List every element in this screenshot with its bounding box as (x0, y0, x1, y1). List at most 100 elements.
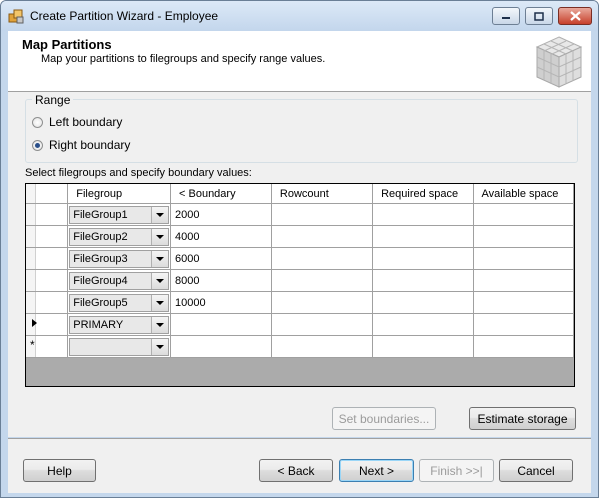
available-space-cell (473, 225, 575, 248)
filegroup-combo[interactable]: PRIMARY (69, 315, 170, 334)
radio-checked-icon (32, 139, 43, 151)
range-groupbox: Range Left boundary Right boundary (25, 93, 578, 163)
dropdown-button[interactable] (151, 228, 169, 245)
right-boundary-radio[interactable]: Right boundary (32, 138, 130, 152)
boundary-cell[interactable] (170, 335, 272, 358)
required-space-cell (372, 269, 474, 292)
dropdown-button[interactable] (151, 272, 169, 289)
wizard-footer: Help < Back Next > Finish >>| Cancel (8, 438, 591, 493)
cancel-button[interactable]: Cancel (499, 459, 573, 482)
row-header[interactable] (26, 247, 69, 270)
right-boundary-label: Right boundary (49, 138, 131, 152)
window-title: Create Partition Wizard - Employee (30, 9, 219, 23)
filegroup-cell[interactable] (67, 335, 172, 358)
row-header[interactable]: * (26, 335, 69, 358)
row-header[interactable] (26, 225, 69, 248)
page-subtitle: Map your partitions to filegroups and sp… (41, 53, 326, 65)
finish-button[interactable]: Finish >>| (419, 459, 494, 482)
boundary-cell[interactable]: 10000 (170, 291, 272, 314)
boundary-cell[interactable] (170, 313, 272, 336)
dropdown-button[interactable] (151, 338, 169, 355)
filegroup-cell[interactable]: FileGroup1 (67, 203, 172, 226)
rowcount-cell (271, 335, 374, 358)
wizard-window: Create Partition Wizard - Employee Map P… (0, 0, 599, 498)
filegroup-combo[interactable]: FileGroup2 (69, 227, 170, 246)
row-header[interactable] (26, 313, 69, 336)
filegroup-value: FileGroup5 (73, 296, 128, 309)
col-header-available-space[interactable]: Available space (473, 184, 575, 204)
current-row-icon (32, 319, 37, 327)
available-space-cell (473, 269, 575, 292)
radio-unchecked-icon (32, 116, 43, 128)
required-space-cell (372, 313, 474, 336)
col-header-rowcount[interactable]: Rowcount (271, 184, 374, 204)
back-button[interactable]: < Back (259, 459, 333, 482)
boundary-cell[interactable]: 8000 (170, 269, 272, 292)
table-row[interactable]: PRIMARY (26, 313, 575, 336)
available-space-cell (473, 313, 575, 336)
boundary-cell[interactable]: 2000 (170, 203, 272, 226)
rowcount-cell (271, 203, 374, 226)
row-header[interactable] (26, 291, 69, 314)
rowcount-cell (271, 247, 374, 270)
available-space-cell (473, 335, 575, 358)
app-icon (8, 9, 24, 24)
boundary-cell[interactable]: 6000 (170, 247, 272, 270)
row-header[interactable] (26, 269, 69, 292)
close-icon (569, 11, 581, 21)
filegroup-cell[interactable]: FileGroup4 (67, 269, 172, 292)
filegroup-cell[interactable]: FileGroup2 (67, 225, 172, 248)
chevron-down-icon (156, 234, 165, 239)
filegroup-value: FileGroup4 (73, 274, 128, 287)
row-header-corner (26, 184, 69, 204)
new-row-icon: * (30, 338, 35, 352)
filegroup-combo[interactable]: FileGroup5 (69, 293, 170, 312)
filegroup-combo[interactable]: FileGroup4 (69, 271, 170, 290)
partition-cube-icon (535, 36, 583, 88)
filegroup-cell[interactable]: FileGroup5 (67, 291, 172, 314)
partition-grid[interactable]: Filegroup < Boundary Rowcount Required s… (25, 183, 575, 387)
table-row[interactable]: FileGroup5 10000 (26, 291, 575, 314)
table-row[interactable]: * (26, 335, 575, 358)
required-space-cell (372, 291, 474, 314)
rowcount-cell (271, 291, 374, 314)
chevron-down-icon (156, 278, 165, 283)
rowcount-cell (271, 225, 374, 248)
filegroup-cell[interactable]: PRIMARY (67, 313, 172, 336)
set-boundaries-button[interactable]: Set boundaries... (332, 407, 436, 430)
left-boundary-radio[interactable]: Left boundary (32, 115, 122, 129)
required-space-cell (372, 225, 474, 248)
estimate-storage-button[interactable]: Estimate storage (469, 407, 576, 430)
help-button[interactable]: Help (23, 459, 96, 482)
dropdown-button[interactable] (151, 250, 169, 267)
table-row[interactable]: FileGroup3 6000 (26, 247, 575, 270)
range-legend: Range (32, 93, 74, 107)
col-header-boundary[interactable]: < Boundary (170, 184, 272, 204)
grid-label: Select filegroups and specify boundary v… (25, 167, 252, 179)
filegroup-cell[interactable]: FileGroup3 (67, 247, 172, 270)
wizard-header: Map Partitions Map your partitions to fi… (8, 31, 591, 91)
col-header-filegroup[interactable]: Filegroup (67, 184, 172, 204)
partition-table: Filegroup < Boundary Rowcount Required s… (26, 184, 575, 358)
row-header[interactable] (26, 203, 69, 226)
minimize-button[interactable] (492, 7, 520, 25)
dropdown-button[interactable] (151, 316, 169, 333)
page-title: Map Partitions (22, 37, 112, 52)
maximize-button[interactable] (525, 7, 553, 25)
filegroup-combo[interactable] (69, 337, 170, 356)
boundary-cell[interactable]: 4000 (170, 225, 272, 248)
close-button[interactable] (558, 7, 592, 25)
next-button[interactable]: Next > (339, 459, 414, 482)
filegroup-combo[interactable]: FileGroup1 (69, 205, 170, 224)
dropdown-button[interactable] (151, 294, 169, 311)
filegroup-value: FileGroup2 (73, 230, 128, 243)
table-row[interactable]: FileGroup1 2000 (26, 203, 575, 226)
title-bar: Create Partition Wizard - Employee (1, 1, 598, 31)
dropdown-button[interactable] (151, 206, 169, 223)
table-row[interactable]: FileGroup2 4000 (26, 225, 575, 248)
filegroup-combo[interactable]: FileGroup3 (69, 249, 170, 268)
col-header-required-space[interactable]: Required space (372, 184, 474, 204)
available-space-cell (473, 291, 575, 314)
filegroup-value: PRIMARY (73, 318, 124, 331)
table-row[interactable]: FileGroup4 8000 (26, 269, 575, 292)
